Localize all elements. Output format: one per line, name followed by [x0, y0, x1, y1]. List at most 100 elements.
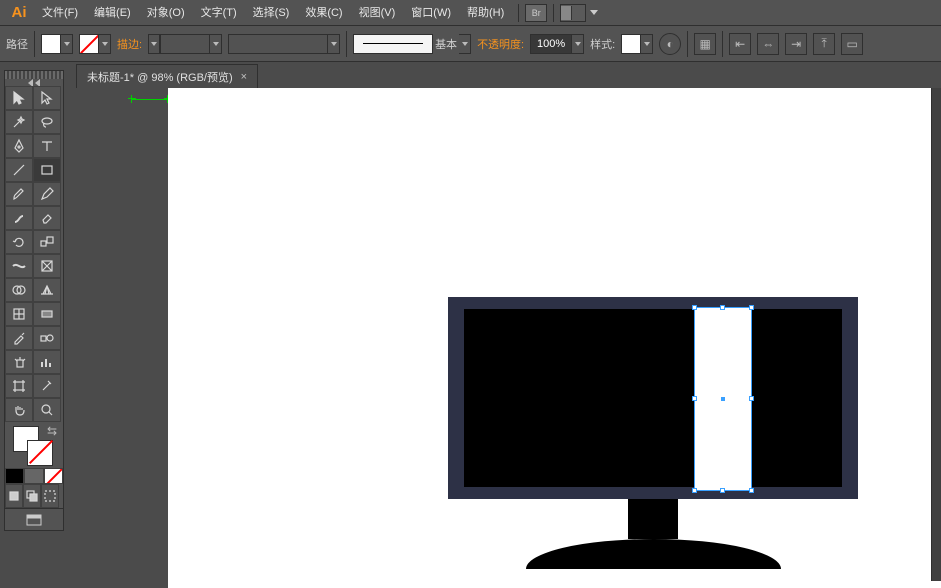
align-left-button[interactable]: ⇤ — [729, 33, 751, 55]
fill-dropdown-icon[interactable] — [61, 34, 73, 54]
right-dock-collapsed[interactable] — [931, 88, 941, 581]
mesh-tool[interactable] — [5, 302, 33, 326]
transform-button[interactable]: ▭ — [841, 33, 863, 55]
paintbrush-tool[interactable] — [5, 182, 33, 206]
line-tool[interactable] — [5, 158, 33, 182]
menu-window[interactable]: 窗口(W) — [403, 0, 459, 26]
handle-bottom-middle[interactable] — [720, 488, 725, 493]
swap-fill-stroke-icon[interactable]: ⇆ — [47, 424, 57, 438]
screen-mode-button[interactable] — [5, 508, 63, 530]
workspace-dropdown-icon[interactable] — [590, 10, 598, 15]
stroke-profile-preview[interactable] — [353, 34, 433, 54]
fill-stroke-indicator[interactable]: ⇆ — [5, 422, 63, 468]
draw-inside[interactable] — [41, 484, 59, 508]
slice-tool[interactable] — [33, 374, 61, 398]
pen-tool[interactable] — [5, 134, 33, 158]
menu-select[interactable]: 选择(S) — [245, 0, 298, 26]
handle-bottom-right[interactable] — [749, 488, 754, 493]
graphic-style-swatch[interactable] — [621, 34, 641, 54]
stroke-profile-dropdown-icon[interactable] — [459, 34, 471, 54]
free-transform-tool[interactable] — [33, 254, 61, 278]
stroke-weight-group[interactable] — [148, 34, 222, 54]
eyedropper-tool[interactable] — [5, 326, 33, 350]
width-tool[interactable] — [5, 254, 33, 278]
monitor-neck[interactable] — [628, 499, 678, 539]
menu-view[interactable]: 视图(V) — [351, 0, 404, 26]
align-right-button[interactable]: ⇥ — [785, 33, 807, 55]
blob-brush-tool[interactable] — [5, 206, 33, 230]
draw-normal[interactable] — [5, 484, 23, 508]
shape-builder-tool[interactable] — [5, 278, 33, 302]
menu-effect[interactable]: 效果(C) — [297, 0, 350, 26]
align-top-button[interactable]: ⤒ — [813, 33, 835, 55]
column-graph-tool[interactable] — [33, 350, 61, 374]
monitor-illustration[interactable] — [448, 297, 858, 569]
document-tab-close-icon[interactable]: × — [241, 71, 247, 83]
bridge-button[interactable]: Br — [525, 4, 547, 22]
stroke-dash-dropdown-icon[interactable] — [328, 34, 340, 54]
handle-middle-left[interactable] — [692, 396, 697, 401]
stroke-profile-group[interactable]: 基本 — [353, 34, 471, 54]
stroke-dash-group[interactable] — [228, 34, 340, 54]
stroke-weight-field[interactable] — [160, 34, 210, 54]
opacity-group[interactable]: 100% — [530, 34, 584, 54]
recolor-button[interactable]: ◐ — [659, 33, 681, 55]
direct-selection-tool[interactable] — [33, 86, 61, 110]
stroke-swatch-group[interactable] — [79, 34, 111, 54]
perspective-grid-tool[interactable] — [33, 278, 61, 302]
menu-type[interactable]: 文字(T) — [193, 0, 245, 26]
draw-behind[interactable] — [23, 484, 41, 508]
stroke-dash-field[interactable] — [228, 34, 328, 54]
eraser-tool[interactable] — [33, 206, 61, 230]
handle-middle-right[interactable] — [749, 396, 754, 401]
lasso-tool[interactable] — [33, 110, 61, 134]
monitor-bezel[interactable] — [448, 297, 858, 499]
handle-top-left[interactable] — [692, 305, 697, 310]
magic-wand-tool[interactable] — [5, 110, 33, 134]
color-mode-solid[interactable] — [5, 468, 24, 484]
stroke-swatch[interactable] — [79, 34, 99, 54]
scale-tool[interactable] — [33, 230, 61, 254]
artboard-tool[interactable] — [5, 374, 33, 398]
fill-swatch-group[interactable] — [41, 34, 73, 54]
monitor-base[interactable] — [526, 539, 781, 569]
color-mode-none[interactable] — [44, 468, 63, 484]
type-tool[interactable] — [33, 134, 61, 158]
artboard[interactable] — [168, 88, 941, 588]
align-panel-button[interactable]: ▦ — [694, 33, 716, 55]
workspace-switcher[interactable] — [560, 4, 586, 22]
tools-collapse-icon[interactable] — [5, 79, 63, 86]
stroke-indicator[interactable] — [27, 440, 53, 466]
gradient-tool[interactable] — [33, 302, 61, 326]
stroke-weight-dropdown-icon[interactable] — [210, 34, 222, 54]
handle-top-right[interactable] — [749, 305, 754, 310]
monitor-screen[interactable] — [464, 309, 842, 487]
workspace[interactable] — [76, 88, 941, 581]
tools-grip[interactable] — [5, 71, 63, 79]
selected-rectangle[interactable] — [694, 307, 752, 491]
fill-swatch[interactable] — [41, 34, 61, 54]
graphic-style-dropdown-icon[interactable] — [641, 34, 653, 54]
selection-tool[interactable] — [5, 86, 33, 110]
graphic-style-group[interactable] — [621, 34, 653, 54]
opacity-dropdown-icon[interactable] — [572, 34, 584, 54]
zoom-tool[interactable] — [33, 398, 61, 422]
document-tab[interactable]: 未标题-1* @ 98% (RGB/预览) × — [76, 64, 258, 88]
pencil-tool[interactable] — [33, 182, 61, 206]
stroke-dropdown-icon[interactable] — [99, 34, 111, 54]
symbol-sprayer-tool[interactable] — [5, 350, 33, 374]
opacity-value[interactable]: 100% — [530, 34, 572, 54]
hand-tool[interactable] — [5, 398, 33, 422]
menu-help[interactable]: 帮助(H) — [459, 0, 512, 26]
handle-top-middle[interactable] — [720, 305, 725, 310]
rotate-tool[interactable] — [5, 230, 33, 254]
stroke-weight-down-icon[interactable] — [148, 34, 160, 54]
handle-bottom-left[interactable] — [692, 488, 697, 493]
menu-file[interactable]: 文件(F) — [34, 0, 86, 26]
menu-edit[interactable]: 编辑(E) — [86, 0, 139, 26]
rectangle-tool[interactable] — [33, 158, 61, 182]
align-center-button[interactable]: ⇔ — [757, 33, 779, 55]
color-mode-gradient[interactable] — [24, 468, 43, 484]
blend-tool[interactable] — [33, 326, 61, 350]
menu-object[interactable]: 对象(O) — [139, 0, 193, 26]
